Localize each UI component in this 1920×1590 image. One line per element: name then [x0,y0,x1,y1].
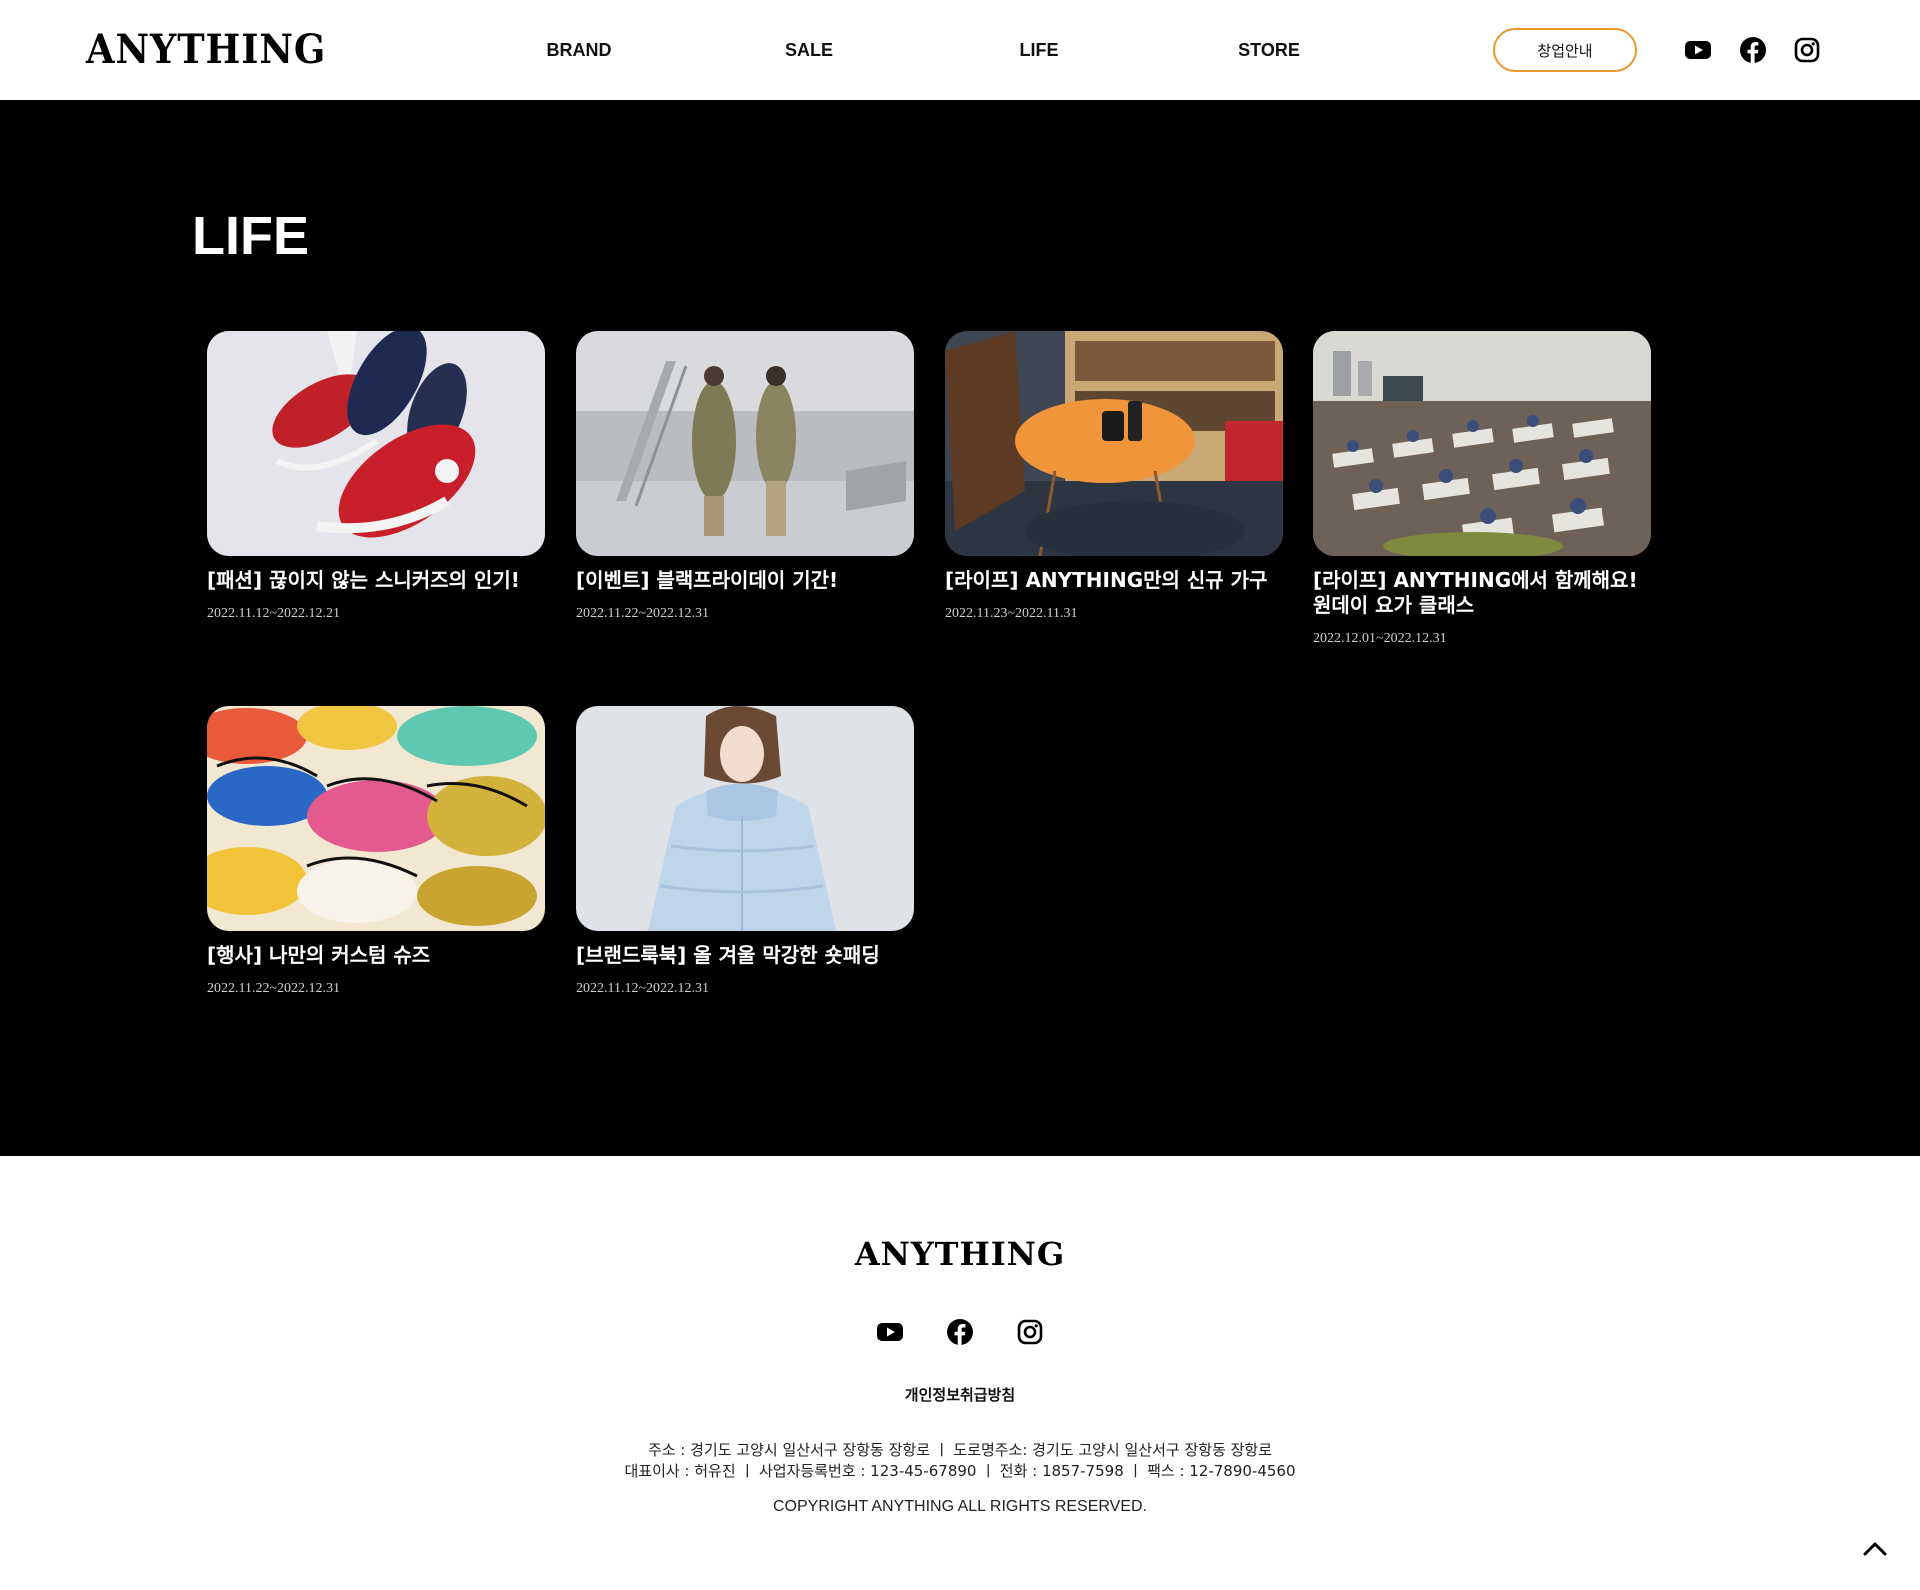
card-date: 2022.11.12~2022.12.31 [576,981,710,996]
company-address: 주소 : 경기도 고양시 일산서구 장항동 장항로 ㅣ 도로명주소: 경기도 고… [0,1440,1920,1482]
card-image-furniture[interactable] [945,331,1283,556]
card-image-models[interactable] [576,331,914,556]
life-card[interactable]: [라이프] ANYTHING에서 함께해요! 원데이 요가 클래스 2022.1… [1313,331,1651,648]
section-title: LIFE [192,206,309,266]
life-card[interactable]: [라이프] ANYTHING만의 신규 가구 2022.11.23~2022.1… [945,331,1283,623]
nav-store[interactable]: STORE [1238,38,1300,62]
life-card[interactable]: [브랜드룩북] 올 겨울 막강한 숏패딩 2022.11.12~2022.12.… [576,706,914,998]
card-date: 2022.12.01~2022.12.31 [1313,631,1447,646]
card-date: 2022.11.22~2022.12.31 [207,981,341,996]
site-header: ANYTHING BRAND SALE LIFE STORE 창업안내 [0,0,1920,100]
header-logo[interactable]: ANYTHING [86,26,326,74]
card-image-lookbook[interactable] [576,706,914,931]
site-footer: ANYTHING 개인정보취급방침 주소 : 경기도 고양시 일산서구 장항동 … [0,1156,1920,1590]
card-title[interactable]: [브랜드룩북] 올 겨울 막강한 숏패딩 [576,943,914,968]
footer-logo[interactable]: ANYTHING [0,1234,1920,1274]
facebook-icon[interactable] [1738,35,1768,65]
card-image-custom-shoes[interactable] [207,706,545,931]
scroll-top-button[interactable] [1860,1534,1890,1564]
startup-info-button[interactable]: 창업안내 [1493,28,1637,72]
facebook-icon[interactable] [944,1316,976,1348]
card-title[interactable]: [패션] 끊이지 않는 스니커즈의 인기! [207,568,545,593]
life-card[interactable]: [이벤트] 블랙프라이데이 기간! 2022.11.22~2022.12.31 [576,331,914,623]
card-date: 2022.11.23~2022.11.31 [945,606,1078,621]
privacy-policy-link[interactable]: 개인정보취급방침 [0,1384,1920,1405]
nav-sale[interactable]: SALE [785,38,833,62]
instagram-icon[interactable] [1792,35,1822,65]
card-title[interactable]: [라이프] ANYTHING에서 함께해요! 원데이 요가 클래스 [1313,568,1651,618]
youtube-icon[interactable] [874,1316,906,1348]
nav-life[interactable]: LIFE [1020,38,1059,62]
life-card[interactable]: [패션] 끊이지 않는 스니커즈의 인기! 2022.11.12~2022.12… [207,331,545,623]
life-card[interactable]: [행사] 나만의 커스텀 슈즈 2022.11.22~2022.12.31 [207,706,545,998]
instagram-icon[interactable] [1014,1316,1046,1348]
youtube-icon[interactable] [1683,35,1713,65]
card-title[interactable]: [이벤트] 블랙프라이데이 기간! [576,568,914,593]
card-date: 2022.11.12~2022.12.21 [207,606,341,621]
life-section: LIFE [패션] 끊이지 않는 스니커즈의 인기! 2022.11.12~20… [0,100,1920,1156]
card-title[interactable]: [라이프] ANYTHING만의 신규 가구 [945,568,1283,593]
nav-brand[interactable]: BRAND [547,38,612,62]
copyright-text: COPYRIGHT ANYTHING ALL RIGHTS RESERVED. [772,1498,1147,1515]
card-title[interactable]: [행사] 나만의 커스텀 슈즈 [207,943,545,968]
address-line: 주소 : 경기도 고양시 일산서구 장항동 장항로 ㅣ 도로명주소: 경기도 고… [647,1441,1273,1459]
card-date: 2022.11.22~2022.12.31 [576,606,710,621]
chevron-up-icon [1863,1542,1887,1556]
card-image-sneakers[interactable] [207,331,545,556]
address-line: 대표이사 : 허유진 ㅣ 사업자등록번호 : 123-45-67890 ㅣ 전화… [624,1462,1296,1480]
card-image-yoga[interactable] [1313,331,1651,556]
